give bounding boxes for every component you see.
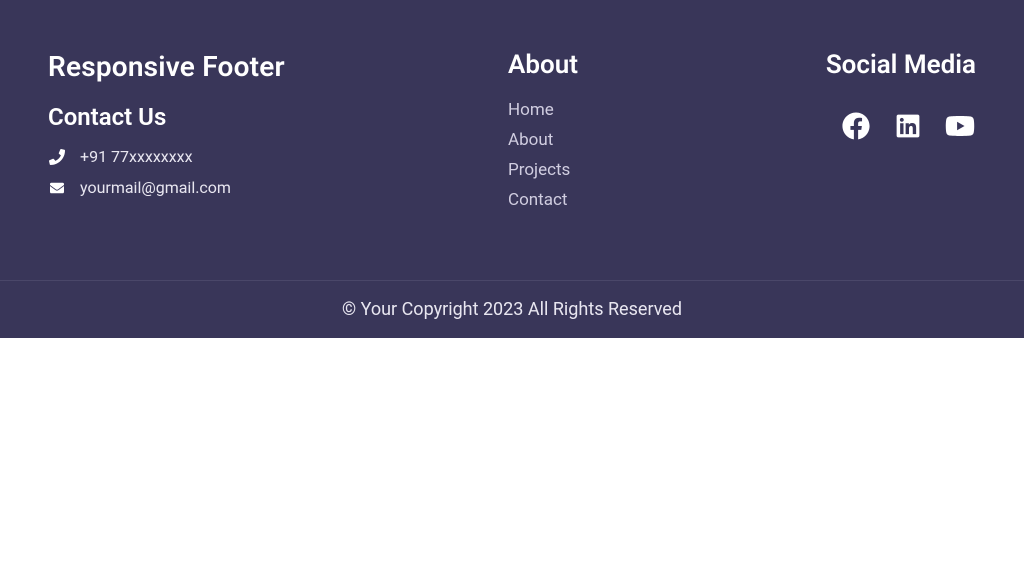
- contact-phone-text: +91 77xxxxxxxx: [80, 147, 193, 166]
- facebook-icon[interactable]: [840, 110, 872, 142]
- list-item: About: [508, 130, 748, 150]
- footer-copyright: © Your Copyright 2023 All Rights Reserve…: [0, 280, 1024, 338]
- contact-heading: Contact Us: [48, 103, 468, 131]
- copyright-text: © Your Copyright 2023 All Rights Reserve…: [342, 299, 682, 320]
- about-heading: About: [508, 50, 748, 80]
- social-icons-row: [788, 110, 976, 142]
- list-item: Projects: [508, 160, 748, 180]
- list-item: Contact: [508, 190, 748, 210]
- contact-email-row: yourmail@gmail.com: [48, 178, 468, 197]
- youtube-icon[interactable]: [944, 110, 976, 142]
- about-nav-list: Home About Projects Contact: [508, 100, 748, 210]
- contact-email-text: yourmail@gmail.com: [80, 178, 231, 197]
- footer-title: Responsive Footer: [48, 50, 468, 83]
- nav-link-about[interactable]: About: [508, 130, 553, 150]
- list-item: Home: [508, 100, 748, 120]
- nav-link-contact[interactable]: Contact: [508, 190, 567, 210]
- phone-icon: [48, 148, 66, 166]
- nav-link-projects[interactable]: Projects: [508, 160, 570, 180]
- social-heading: Social Media: [788, 50, 976, 80]
- envelope-icon: [48, 179, 66, 197]
- footer-column-about: About Home About Projects Contact: [508, 50, 748, 220]
- footer-column-social: Social Media: [788, 50, 976, 220]
- footer-main: Responsive Footer Contact Us +91 77xxxxx…: [0, 0, 1024, 280]
- nav-link-home[interactable]: Home: [508, 100, 554, 120]
- footer: Responsive Footer Contact Us +91 77xxxxx…: [0, 0, 1024, 338]
- contact-phone-row: +91 77xxxxxxxx: [48, 147, 468, 166]
- footer-column-contact: Responsive Footer Contact Us +91 77xxxxx…: [48, 50, 468, 220]
- linkedin-icon[interactable]: [892, 110, 924, 142]
